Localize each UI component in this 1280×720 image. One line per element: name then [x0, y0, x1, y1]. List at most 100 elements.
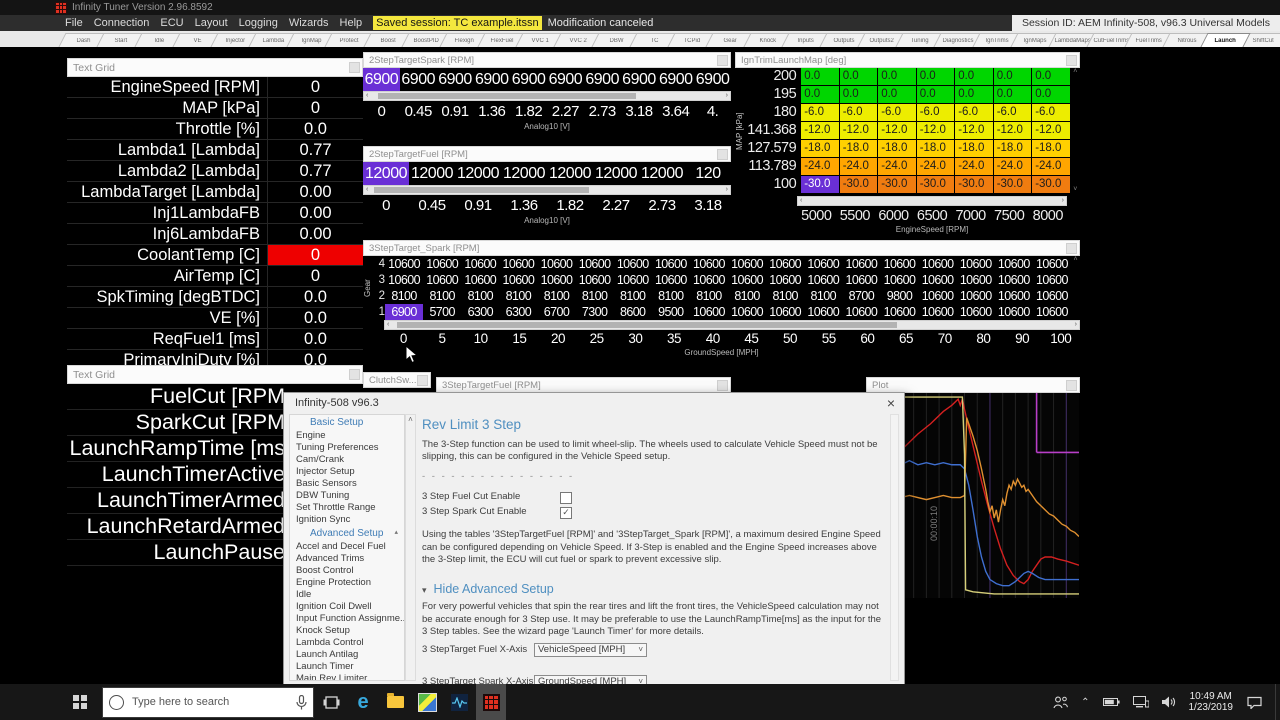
grid-cell[interactable]: 8100: [423, 288, 461, 304]
grid-cell[interactable]: 10600: [880, 272, 918, 288]
grid-cell[interactable]: 10600: [537, 256, 575, 272]
axis-tick[interactable]: 4.: [694, 101, 731, 122]
grid-cell[interactable]: 6300: [499, 304, 537, 320]
grid-cell[interactable]: 10600: [842, 304, 880, 320]
grid-cell[interactable]: 10600: [880, 256, 918, 272]
grid-cell[interactable]: 6900: [657, 68, 694, 91]
map-cell[interactable]: 0.0: [955, 68, 993, 85]
menu-item-connection[interactable]: Connection: [94, 17, 150, 29]
map-cell[interactable]: -18.0: [1032, 140, 1070, 157]
panel-menu-button[interactable]: [1066, 243, 1077, 254]
grid-cell[interactable]: 10600: [576, 256, 614, 272]
sidebar-item-set-throttle-range[interactable]: Set Throttle Range: [296, 502, 404, 514]
file-explorer-icon[interactable]: [380, 684, 410, 720]
scroll-right-icon[interactable]: ›: [1062, 197, 1064, 205]
grid-cell[interactable]: 10600: [461, 256, 499, 272]
sidebar-item-boost-control[interactable]: Boost Control: [296, 565, 404, 577]
axis-tick[interactable]: 0.45: [409, 195, 455, 216]
grid-cell[interactable]: 10600: [614, 256, 652, 272]
sidebar-item-tuning-preferences[interactable]: Tuning Preferences: [296, 442, 404, 454]
map-cell[interactable]: 0.0: [801, 68, 839, 85]
axis-tick[interactable]: 3.18: [685, 195, 731, 216]
menu-item-wizards[interactable]: Wizards: [289, 17, 329, 29]
grid-cell[interactable]: 12000: [501, 162, 547, 185]
map-cell[interactable]: -12.0: [840, 122, 878, 139]
grid-cell[interactable]: 6900: [584, 68, 621, 91]
show-desktop-button[interactable]: [1275, 684, 1280, 720]
map-cell[interactable]: -6.0: [917, 104, 955, 121]
taskbar-clock[interactable]: 10:49 AM 1/23/2019: [1189, 691, 1234, 714]
map-cell[interactable]: -18.0: [840, 140, 878, 157]
map-cell[interactable]: -30.0: [1032, 176, 1070, 193]
axis-tick[interactable]: 2.73: [584, 101, 621, 122]
grid-cell[interactable]: 10600: [957, 256, 995, 272]
grid-cell[interactable]: 6900: [547, 68, 584, 91]
horizontal-scrollbar[interactable]: ‹ ›: [797, 196, 1067, 206]
grid-cell[interactable]: 6900: [363, 68, 400, 91]
map-cell[interactable]: -30.0: [878, 176, 916, 193]
people-icon[interactable]: [1053, 696, 1068, 709]
grid-cell[interactable]: 12000: [363, 162, 409, 185]
grid-cell[interactable]: 6300: [461, 304, 499, 320]
map-cell[interactable]: 0.0: [917, 68, 955, 85]
grid-cell[interactable]: 12000: [547, 162, 593, 185]
grid-cell[interactable]: 10600: [1033, 272, 1071, 288]
vertical-scrollbar[interactable]: ˄ ˅: [1071, 68, 1080, 194]
grid-cell[interactable]: 10600: [728, 272, 766, 288]
scroll-down-icon[interactable]: ˅: [1071, 186, 1080, 194]
map-cell[interactable]: 0.0: [1032, 68, 1070, 85]
map-cell[interactable]: -12.0: [801, 122, 839, 139]
speaker-icon[interactable]: [1162, 696, 1176, 708]
grid-cell[interactable]: 6700: [537, 304, 575, 320]
sidebar-item-dbw-tuning[interactable]: DBW Tuning: [296, 490, 404, 502]
map-cell[interactable]: -12.0: [917, 122, 955, 139]
map-cell[interactable]: -6.0: [994, 104, 1032, 121]
map-cell[interactable]: -6.0: [840, 104, 878, 121]
sidebar-item-idle[interactable]: Idle: [296, 589, 404, 601]
map-cell[interactable]: -12.0: [1032, 122, 1070, 139]
map-cell[interactable]: -30.0: [994, 176, 1032, 193]
sidebar-item-ignition-sync[interactable]: Ignition Sync: [296, 514, 404, 526]
start-button[interactable]: [58, 684, 102, 720]
battery-icon[interactable]: [1103, 697, 1120, 707]
grid-cell[interactable]: 10600: [385, 272, 423, 288]
map-cell[interactable]: 0.0: [840, 86, 878, 103]
grid-cell[interactable]: 6900: [510, 68, 547, 91]
sidebar-item-engine[interactable]: Engine: [296, 430, 404, 442]
grid-cell[interactable]: 10600: [652, 256, 690, 272]
axis-tick[interactable]: 2.73: [639, 195, 685, 216]
task-view-icon[interactable]: [316, 684, 346, 720]
grid-cell[interactable]: 6900: [694, 68, 731, 91]
panel-menu-button[interactable]: [1066, 55, 1077, 66]
scroll-up-icon[interactable]: ˄: [406, 415, 415, 425]
scroll-up-icon[interactable]: ˄: [1071, 256, 1080, 264]
scroll-left-icon[interactable]: ‹: [366, 186, 368, 194]
map-cell[interactable]: 0.0: [994, 68, 1032, 85]
grid-cell[interactable]: 10600: [804, 256, 842, 272]
map-cell[interactable]: -18.0: [955, 140, 993, 157]
tray-expand-icon[interactable]: ⌃: [1081, 697, 1089, 708]
map-cell[interactable]: -30.0: [955, 176, 993, 193]
panel-menu-button[interactable]: [349, 369, 360, 380]
axis-tick[interactable]: 1.36: [473, 101, 510, 122]
grid-cell[interactable]: 10600: [576, 272, 614, 288]
menu-item-help[interactable]: Help: [340, 17, 363, 29]
map-cell[interactable]: -24.0: [1032, 158, 1070, 175]
grid-cell[interactable]: 10600: [919, 256, 957, 272]
grid-cell[interactable]: 8100: [576, 288, 614, 304]
grid-cell[interactable]: 10600: [423, 272, 461, 288]
sidebar-scrollbar[interactable]: ˄: [405, 414, 416, 681]
map-cell[interactable]: -24.0: [878, 158, 916, 175]
map-cell[interactable]: -30.0: [840, 176, 878, 193]
vertical-scrollbar[interactable]: ˄: [1071, 256, 1080, 320]
map-cell[interactable]: -24.0: [955, 158, 993, 175]
grid-cell[interactable]: 10600: [499, 256, 537, 272]
infinity-tuner-taskbar-icon[interactable]: [476, 684, 506, 720]
grid-cell[interactable]: 10600: [690, 304, 728, 320]
grid-cell[interactable]: 10600: [766, 304, 804, 320]
scroll-right-icon[interactable]: ›: [726, 186, 728, 194]
grid-cell[interactable]: 10600: [804, 304, 842, 320]
map-cell[interactable]: 0.0: [801, 86, 839, 103]
grid-cell[interactable]: 10600: [385, 256, 423, 272]
data-analysis-icon[interactable]: [444, 684, 474, 720]
